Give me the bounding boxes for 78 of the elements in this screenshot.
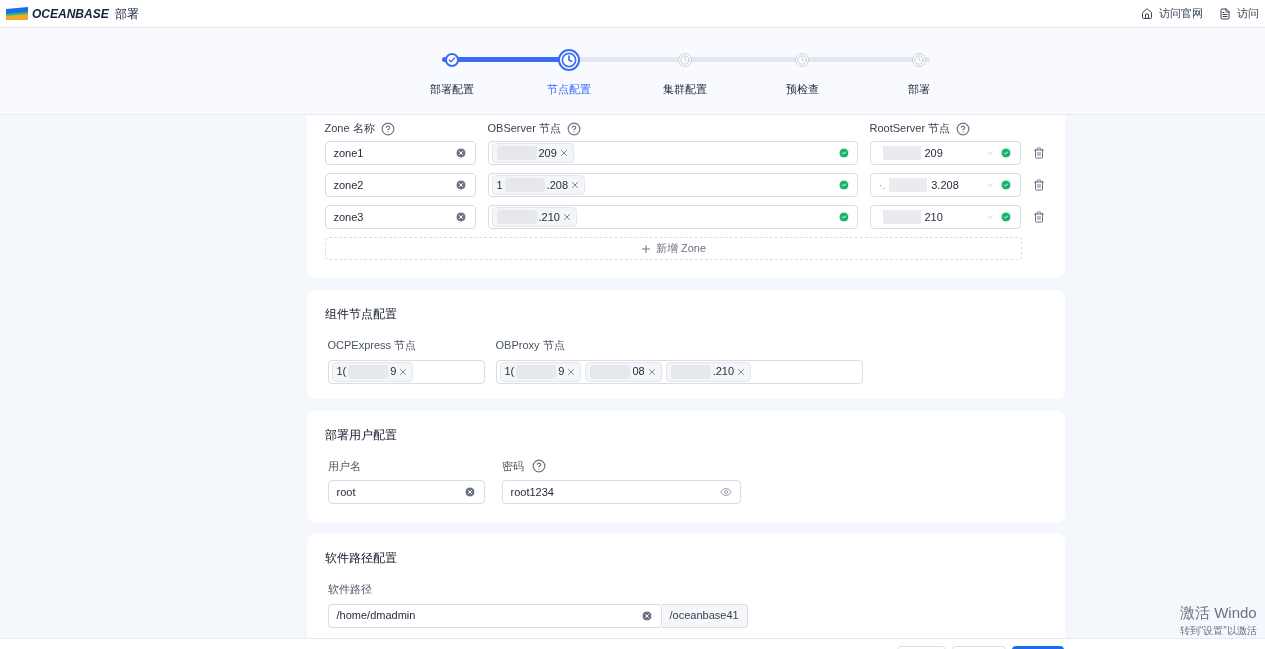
tag-text: .210 [712,364,735,380]
help-icon[interactable] [380,121,395,136]
node-select[interactable]: 1( 9 [327,359,485,384]
remove-icon[interactable] [736,366,747,377]
rootserver-select[interactable]: 210 [869,205,1021,229]
add-zone-button[interactable]: 新增 Zone [324,237,1022,260]
tag-text: 9 [390,364,397,380]
home-icon [1141,7,1153,20]
observer-select[interactable]: .210 [487,205,858,229]
remove-icon[interactable] [558,148,569,158]
section-title: 组件节点配置 [324,306,398,323]
clear-icon [454,211,467,223]
select-value: 3.208 [931,177,959,193]
clear-icon [454,179,467,191]
observer-select[interactable]: 1 .208 [487,173,858,197]
header-link[interactable]: 访问 [1219,5,1259,22]
clear-icon [463,486,476,498]
remove-icon[interactable] [646,366,657,377]
zone-name-field[interactable]: zone2 [324,173,476,197]
field-label: 用户名 [327,458,362,474]
activation-title: 激活 Windo [1180,604,1257,623]
remove-icon[interactable] [561,212,572,222]
valid-icon [999,211,1012,223]
observer-select[interactable]: 209 [487,141,858,165]
section-title: 部署用户配置 [324,426,398,444]
username-field[interactable]: root [327,480,485,504]
step-label: 节点配置 [546,82,591,97]
tag-text: 08 [632,364,645,380]
column-label: OBServer 节点 [487,121,561,137]
header-link[interactable]: 访问官网 [1141,5,1203,22]
field-label: 软件路径 [327,582,373,597]
logo-text: OCEANBASE [32,5,109,23]
plus-icon [639,242,652,255]
step-label: 部署配置 [429,82,474,97]
remove-icon[interactable] [570,180,581,190]
tag-text: 209 [538,145,557,161]
step-label: 集群配置 [663,82,708,97]
eye-icon [719,486,732,498]
rootserver-select[interactable]: ·. 3.208 [869,173,1021,197]
step-label: 预检查 [785,82,819,97]
delete-icon[interactable] [1032,147,1045,159]
rootserver-select[interactable]: 209 [869,141,1021,165]
app-title: 部署 [114,5,139,23]
valid-icon [999,147,1012,159]
field-label: OCPExpress 节点 [327,338,418,353]
help-icon[interactable] [531,458,546,473]
valid-icon [999,179,1012,191]
select-value: 209 [924,145,943,161]
activation-hint: 转到“设置”以激活 [1180,623,1257,638]
help-icon[interactable] [956,121,971,136]
tag-text: 1( [336,364,347,380]
column-label: RootServer 节点 [869,121,951,137]
tag-text: 9 [558,364,565,380]
remove-icon[interactable] [566,366,577,377]
field-label: 密码 [501,458,524,474]
tag-text: 1 [496,177,503,193]
section-title: 软件路径配置 [324,550,398,567]
select-value: 210 [924,209,943,225]
clear-icon [454,147,467,159]
node-select[interactable]: 1( 9 08 .210 [495,359,863,384]
remove-icon[interactable] [398,366,409,377]
logo-icon [6,7,28,20]
help-icon[interactable] [566,121,581,136]
zone-name-field[interactable]: zone1 [324,141,476,165]
step-label: 部署 [908,82,931,97]
delete-icon[interactable] [1032,179,1045,191]
tag-text: .208 [546,177,569,193]
password-field[interactable]: root1234 [501,480,741,504]
path-field[interactable]: /home/dmadmin [327,603,662,628]
zone-name-field[interactable]: zone3 [324,205,476,229]
delete-icon[interactable] [1032,211,1045,223]
tag-text: .210 [538,209,560,225]
tag-text: 1( [504,364,515,380]
document-icon [1219,7,1231,20]
column-label: Zone 名称 [324,121,375,137]
clear-icon [640,609,653,622]
path-suffix: /oceanbase41 [661,603,748,628]
field-label: OBProxy 节点 [495,338,566,353]
